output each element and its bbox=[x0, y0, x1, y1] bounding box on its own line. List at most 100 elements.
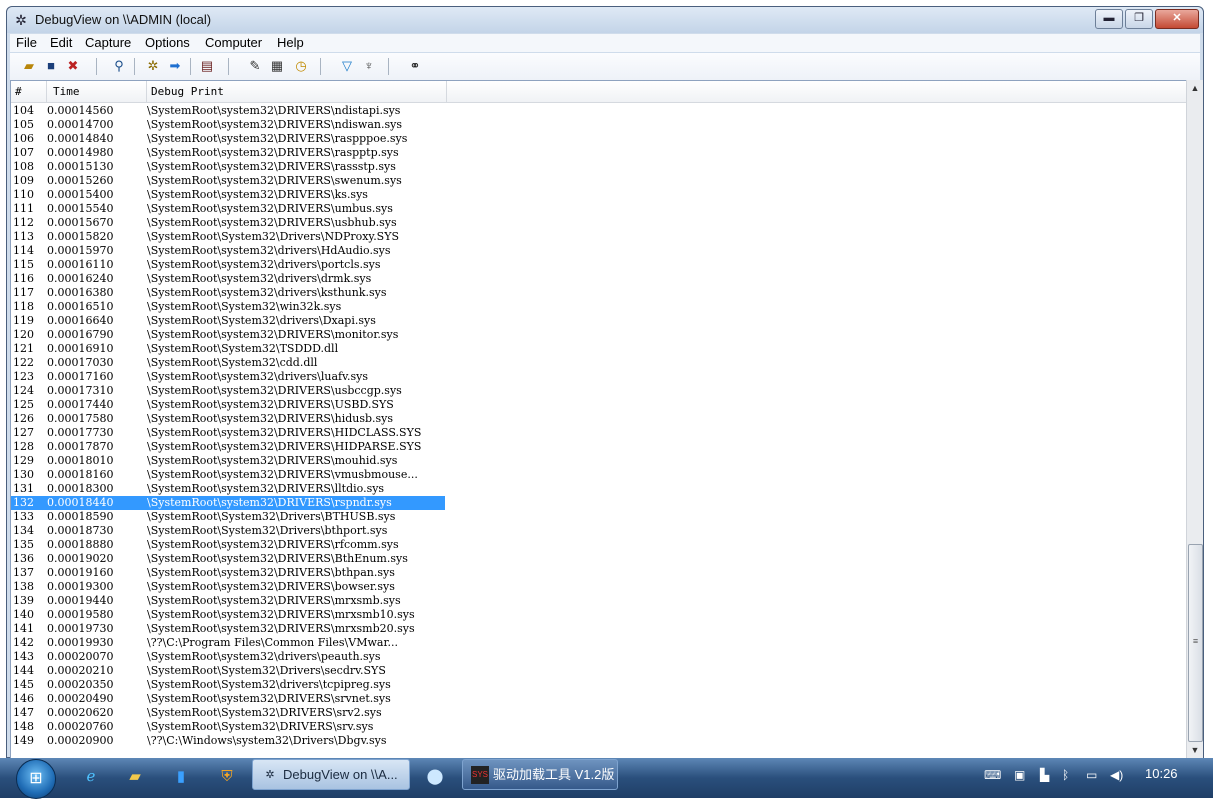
debug-output-list[interactable]: # Time Debug Print 104 0.00014560 \SystemR… bbox=[10, 80, 1187, 759]
log-row[interactable]: 148 0.00020760 \SystemRoot\System32\DRIVER… bbox=[11, 720, 1186, 734]
log-row[interactable]: 117 0.00016380 \SystemRoot\system32\driver… bbox=[11, 286, 1186, 300]
sys-icon: SYS bbox=[471, 766, 489, 784]
clear-display-icon[interactable]: ✖ bbox=[64, 57, 82, 75]
log-row[interactable]: 132 0.00018440 \SystemRoot\system32\DRIVER… bbox=[11, 496, 445, 510]
task-debugview[interactable]: ✲ DebugView on \\A... bbox=[252, 759, 410, 790]
log-row[interactable]: 129 0.00018010 \SystemRoot\system32\DRIVER… bbox=[11, 454, 1186, 468]
log-row[interactable]: 121 0.00016910 \SystemRoot\System32\TSDDD.… bbox=[11, 342, 1186, 356]
row-debug-print: \SystemRoot\system32\DRIVERS\BthEnum.sys bbox=[147, 552, 408, 565]
volume-icon[interactable]: ◀) bbox=[1110, 768, 1123, 782]
log-row[interactable]: 126 0.00017580 \SystemRoot\system32\DRIVER… bbox=[11, 412, 1186, 426]
autoscroll-arrow-icon[interactable]: ➡ bbox=[166, 57, 184, 75]
open-folder-icon[interactable]: ▰ bbox=[20, 57, 38, 75]
log-row[interactable]: 104 0.00014560 \SystemRoot\system32\DRIVER… bbox=[11, 104, 1186, 118]
find-icon[interactable]: ⚲ bbox=[110, 57, 128, 75]
scroll-up-icon[interactable]: ▲ bbox=[1187, 80, 1203, 97]
log-row[interactable]: 144 0.00020210 \SystemRoot\System32\Driver… bbox=[11, 664, 1186, 678]
capture-icon[interactable]: ✲ bbox=[144, 57, 162, 75]
maximize-button[interactable]: ❐ bbox=[1125, 9, 1153, 29]
row-time: 0.00018160 bbox=[47, 468, 114, 481]
keyboard-icon[interactable]: ⌨ bbox=[984, 768, 1001, 782]
log-row[interactable]: 140 0.00019580 \SystemRoot\system32\DRIVER… bbox=[11, 608, 1186, 622]
log-row[interactable]: 107 0.00014980 \SystemRoot\system32\DRIVER… bbox=[11, 146, 1186, 160]
log-row[interactable]: 128 0.00017870 \SystemRoot\system32\DRIVER… bbox=[11, 440, 1186, 454]
log-row[interactable]: 123 0.00017160 \SystemRoot\system32\driver… bbox=[11, 370, 1186, 384]
find-binoculars-icon[interactable]: ⚭ bbox=[406, 57, 424, 75]
network-globe-icon[interactable]: ⬤ bbox=[424, 766, 446, 788]
log-row[interactable]: 146 0.00020490 \SystemRoot\system32\DRIVER… bbox=[11, 692, 1186, 706]
log-row[interactable]: 116 0.00016240 \SystemRoot\system32\driver… bbox=[11, 272, 1186, 286]
menu-file[interactable]: File bbox=[16, 35, 37, 50]
clock[interactable]: 10:26 bbox=[1145, 766, 1178, 781]
log-row[interactable]: 136 0.00019020 \SystemRoot\system32\DRIVER… bbox=[11, 552, 1186, 566]
log-row[interactable]: 106 0.00014840 \SystemRoot\system32\DRIVER… bbox=[11, 132, 1186, 146]
clock-time-icon[interactable]: ◷ bbox=[292, 57, 310, 75]
menu-edit[interactable]: Edit bbox=[50, 35, 72, 50]
log-row[interactable]: 149 0.00020900 \??\C:\Windows\system32\Dri… bbox=[11, 734, 1186, 748]
log-row[interactable]: 145 0.00020350 \SystemRoot\System32\driver… bbox=[11, 678, 1186, 692]
log-row[interactable]: 122 0.00017030 \SystemRoot\System32\cdd.dl… bbox=[11, 356, 1186, 370]
save-icon[interactable]: ■ bbox=[42, 57, 60, 75]
log-row[interactable]: 143 0.00020070 \SystemRoot\system32\driver… bbox=[11, 650, 1186, 664]
column-header-debug-print[interactable]: Debug Print bbox=[147, 81, 447, 102]
log-row[interactable]: 134 0.00018730 \SystemRoot\System32\Driver… bbox=[11, 524, 1186, 538]
row-time: 0.00015130 bbox=[47, 160, 114, 173]
shield-icon[interactable]: ⛨ bbox=[216, 766, 238, 788]
log-row[interactable]: 111 0.00015540 \SystemRoot\system32\DRIVER… bbox=[11, 202, 1186, 216]
log-row[interactable]: 130 0.00018160 \SystemRoot\system32\DRIVER… bbox=[11, 468, 1186, 482]
log-row[interactable]: 108 0.00015130 \SystemRoot\system32\DRIVER… bbox=[11, 160, 1186, 174]
column-header-num[interactable]: # bbox=[11, 81, 47, 102]
minimize-button[interactable]: ▬ bbox=[1095, 9, 1123, 29]
log-row[interactable]: 131 0.00018300 \SystemRoot\system32\DRIVER… bbox=[11, 482, 1186, 496]
menu-computer[interactable]: Computer bbox=[205, 35, 262, 50]
app-icon[interactable]: ▮ bbox=[170, 766, 192, 788]
scroll-thumb[interactable]: ≡ bbox=[1188, 544, 1203, 742]
start-button[interactable]: ⊞ bbox=[16, 759, 56, 799]
row-time: 0.00018010 bbox=[47, 454, 114, 467]
menu-options[interactable]: Options bbox=[145, 35, 190, 50]
menu-capture[interactable]: Capture bbox=[85, 35, 131, 50]
explorer-folder-icon[interactable]: ▰ bbox=[124, 766, 146, 788]
display-icon[interactable]: ▭ bbox=[1086, 768, 1097, 782]
title-bar[interactable]: ✲ DebugView on \\ADMIN (local) ▬ ❐ ✕ bbox=[7, 7, 1203, 33]
highlight-icon[interactable]: ♆ bbox=[360, 57, 378, 75]
log-row[interactable]: 141 0.00019730 \SystemRoot\system32\DRIVER… bbox=[11, 622, 1186, 636]
log-row[interactable]: 119 0.00016640 \SystemRoot\System32\driver… bbox=[11, 314, 1186, 328]
log-row[interactable]: 115 0.00016110 \SystemRoot\system32\driver… bbox=[11, 258, 1186, 272]
log-row[interactable]: 118 0.00016510 \SystemRoot\System32\win32k… bbox=[11, 300, 1186, 314]
column-header-time[interactable]: Time bbox=[47, 81, 147, 102]
log-row[interactable]: 113 0.00015820 \SystemRoot\System32\Driver… bbox=[11, 230, 1186, 244]
bluetooth-icon[interactable]: ᛒ bbox=[1062, 768, 1069, 782]
row-debug-print: \SystemRoot\system32\drivers\portcls.sys bbox=[147, 258, 381, 271]
row-debug-print: \SystemRoot\system32\DRIVERS\rassstp.sys bbox=[147, 160, 396, 173]
log-row[interactable]: 147 0.00020620 \SystemRoot\System32\DRIVER… bbox=[11, 706, 1186, 720]
log-row[interactable]: 114 0.00015970 \SystemRoot\system32\driver… bbox=[11, 244, 1186, 258]
log-row[interactable]: 142 0.00019930 \??\C:\Program Files\Common… bbox=[11, 636, 1186, 650]
log-row[interactable]: 125 0.00017440 \SystemRoot\system32\DRIVER… bbox=[11, 398, 1186, 412]
vertical-scrollbar[interactable]: ▲ ≡ ▼ bbox=[1186, 80, 1203, 759]
log-row[interactable]: 124 0.00017310 \SystemRoot\system32\DRIVER… bbox=[11, 384, 1186, 398]
history-depth-icon[interactable]: ▦ bbox=[268, 57, 286, 75]
log-row[interactable]: 110 0.00015400 \SystemRoot\system32\DRIVER… bbox=[11, 188, 1186, 202]
network-status-icon[interactable]: ▙ bbox=[1040, 768, 1049, 782]
log-row[interactable]: 112 0.00015670 \SystemRoot\system32\DRIVER… bbox=[11, 216, 1186, 230]
log-row[interactable]: 105 0.00014700 \SystemRoot\system32\DRIVER… bbox=[11, 118, 1186, 132]
close-button[interactable]: ✕ bbox=[1155, 9, 1199, 29]
log-row[interactable]: 120 0.00016790 \SystemRoot\system32\DRIVER… bbox=[11, 328, 1186, 342]
log-row[interactable]: 109 0.00015260 \SystemRoot\system32\DRIVER… bbox=[11, 174, 1186, 188]
log-row[interactable]: 139 0.00019440 \SystemRoot\system32\DRIVER… bbox=[11, 594, 1186, 608]
internet-explorer-icon[interactable]: ℯ bbox=[80, 766, 102, 788]
scroll-down-icon[interactable]: ▼ bbox=[1187, 742, 1203, 759]
menu-help[interactable]: Help bbox=[277, 35, 304, 50]
window-title: DebugView on \\ADMIN (local) bbox=[35, 12, 212, 27]
vmware-icon[interactable]: ▣ bbox=[1014, 768, 1025, 782]
log-row[interactable]: 127 0.00017730 \SystemRoot\system32\DRIVER… bbox=[11, 426, 1186, 440]
log-row[interactable]: 133 0.00018590 \SystemRoot\System32\Driver… bbox=[11, 510, 1186, 524]
log-row[interactable]: 135 0.00018880 \SystemRoot\system32\DRIVER… bbox=[11, 538, 1186, 552]
log-row[interactable]: 138 0.00019300 \SystemRoot\system32\DRIVER… bbox=[11, 580, 1186, 594]
log-row[interactable]: 137 0.00019160 \SystemRoot\system32\DRIVER… bbox=[11, 566, 1186, 580]
filter-icon[interactable]: ▽ bbox=[338, 57, 356, 75]
task-driver-loader[interactable]: SYS 驱动加载工具 V1.2版 bbox=[462, 759, 618, 790]
filter-highlight-icon[interactable]: ✎ bbox=[246, 57, 264, 75]
connect-icon[interactable]: ▤ bbox=[198, 57, 216, 75]
